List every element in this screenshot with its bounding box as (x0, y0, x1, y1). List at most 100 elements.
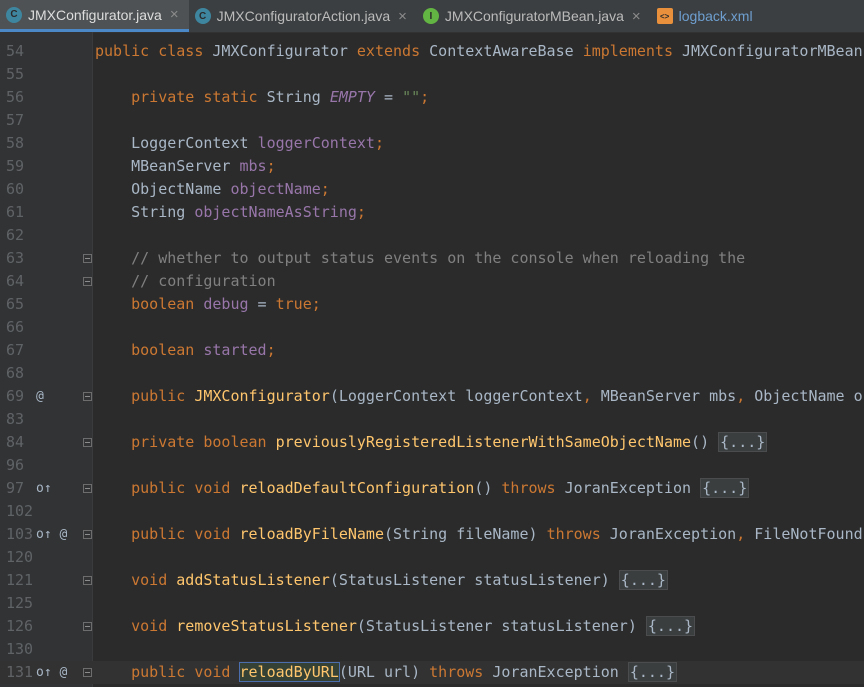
line-number: 68 (6, 364, 25, 382)
code-token: JMXConfigurator (194, 387, 330, 405)
code-line[interactable]: 62 (0, 224, 864, 247)
tab-label: JMXConfiguratorMBean.java (444, 8, 624, 24)
fold-toggle-icon[interactable] (83, 622, 92, 631)
code-token: ; (266, 157, 276, 175)
code-token: debug (203, 295, 249, 313)
code-line[interactable]: 60 ObjectName objectName; (0, 178, 864, 201)
folded-code-block[interactable]: {...} (700, 478, 750, 498)
code-line[interactable]: 65 boolean debug = true; (0, 293, 864, 316)
code-token: = (248, 295, 276, 313)
code-line[interactable]: 66 (0, 316, 864, 339)
fold-toggle-icon[interactable] (83, 484, 92, 493)
code-token: removeStatusListener (176, 617, 357, 635)
code-line[interactable]: 58 LoggerContext loggerContext; (0, 132, 864, 155)
code-line[interactable]: 83 (0, 408, 864, 431)
code-line[interactable]: 97 o↑ public void reloadDefaultConfigurat… (0, 477, 864, 500)
interface-icon: I (422, 8, 439, 24)
code-token: EMPTY (329, 88, 375, 106)
line-number: 60 (6, 180, 25, 198)
fold-toggle-icon[interactable] (83, 530, 92, 539)
folded-code-block[interactable]: {...} (627, 662, 677, 682)
line-number: 83 (6, 410, 25, 428)
code-token: addStatusListener (176, 571, 330, 589)
code-line[interactable]: 57 (0, 109, 864, 132)
code-text: public void reloadDefaultConfiguration()… (95, 477, 750, 500)
gutter-marker-icon[interactable]: @ (36, 385, 76, 408)
code-line[interactable]: 63 // whether to output status events on… (0, 247, 864, 270)
code-line[interactable]: 69 @ public JMXConfigurator(LoggerContext… (0, 385, 864, 408)
gutter-marker-icon[interactable]: o↑ @ (36, 523, 76, 546)
close-icon[interactable]: × (170, 6, 179, 23)
code-token: JMXConfigurator (212, 42, 357, 60)
fold-toggle-icon[interactable] (83, 576, 92, 585)
code-token: objectName (230, 180, 321, 198)
code-line[interactable]: 59 MBeanServer mbs; (0, 155, 864, 178)
tab-logback-xml[interactable]: <> logback.xml (651, 0, 763, 32)
code-line[interactable]: 96 (0, 454, 864, 477)
code-token: (String fileName) (384, 525, 547, 543)
close-icon[interactable]: × (398, 8, 407, 25)
code-line[interactable]: 55 (0, 63, 864, 86)
fold-toggle-icon[interactable] (83, 392, 92, 401)
line-number: 66 (6, 318, 25, 336)
line-number: 102 (6, 502, 34, 520)
code-line[interactable]: 131 o↑ @ public void reloadByURL(URL url)… (0, 661, 864, 684)
code-line[interactable]: 61 String objectNameAsString; (0, 201, 864, 224)
code-line[interactable]: 126 void removeStatusListener(StatusList… (0, 615, 864, 638)
gutter-marker-icon[interactable]: o↑ (36, 477, 76, 500)
line-number: 84 (6, 433, 25, 451)
code-token: , (736, 525, 755, 543)
code-line[interactable]: 84 private boolean previouslyRegisteredL… (0, 431, 864, 454)
class-icon: C (194, 8, 211, 24)
code-text: public JMXConfigurator(LoggerContext log… (95, 385, 864, 408)
xml-file-icon: <> (656, 8, 673, 24)
code-line[interactable]: 67 boolean started; (0, 339, 864, 362)
code-line[interactable]: 121 void addStatusListener(StatusListene… (0, 569, 864, 592)
line-number: 96 (6, 456, 25, 474)
code-text: ObjectName objectName; (95, 178, 330, 201)
folded-code-block[interactable]: {...} (645, 616, 696, 636)
code-line[interactable]: 54 public class JMXConfigurator extends C… (0, 40, 864, 63)
code-token: objectNameAsString (194, 203, 357, 221)
code-line[interactable]: 56 private static String EMPTY = ""; (0, 86, 864, 109)
code-line[interactable]: 103 o↑ @ public void reloadByFileName(Str… (0, 523, 864, 546)
code-line[interactable]: 130 (0, 638, 864, 661)
code-line[interactable]: 102 (0, 500, 864, 523)
code-text: // whether to output status events on th… (95, 247, 745, 270)
code-line[interactable]: 64 // configuration (0, 270, 864, 293)
code-token: String (266, 88, 330, 106)
code-token: JoranException (609, 525, 737, 543)
code-token: boolean (131, 295, 204, 313)
line-number: 63 (6, 249, 25, 267)
tab-jmxconfiguratoraction-java[interactable]: C JMXConfiguratorAction.java × (189, 0, 417, 32)
code-text: private static String EMPTY = ""; (95, 86, 429, 109)
code-line[interactable]: 120 (0, 546, 864, 569)
code-token: void (131, 571, 177, 589)
close-icon[interactable]: × (632, 8, 641, 25)
folded-code-block[interactable]: {...} (718, 432, 768, 452)
code-line[interactable]: 68 (0, 362, 864, 385)
editor-tab-bar: C JMXConfigurator.java × C JMXConfiguratorAc… (0, 0, 864, 33)
folded-code-block[interactable]: {...} (618, 570, 668, 590)
tab-jmxconfiguratormbean-java[interactable]: I JMXConfiguratorMBean.java × (417, 0, 651, 32)
code-editor[interactable]: 54 public class JMXConfigurator extends C… (0, 32, 864, 687)
fold-toggle-icon[interactable] (83, 668, 92, 677)
code-line[interactable]: 125 (0, 592, 864, 615)
line-number: 97 (6, 479, 25, 497)
gutter-marker-icon[interactable]: o↑ @ (36, 661, 76, 684)
code-token: ; (420, 88, 430, 106)
code-token: public void (131, 479, 240, 497)
fold-toggle-icon[interactable] (83, 438, 92, 447)
line-number: 58 (6, 134, 25, 152)
fold-toggle-icon[interactable] (83, 277, 92, 286)
code-text: private boolean previouslyRegisteredList… (95, 431, 768, 454)
tab-jmxconfigurator-java[interactable]: C JMXConfigurator.java × (0, 0, 189, 32)
line-number: 64 (6, 272, 25, 290)
code-text: public void reloadByURL(URL url) throws … (95, 661, 677, 684)
fold-toggle-icon[interactable] (83, 254, 92, 263)
code-token: throws (501, 479, 565, 497)
